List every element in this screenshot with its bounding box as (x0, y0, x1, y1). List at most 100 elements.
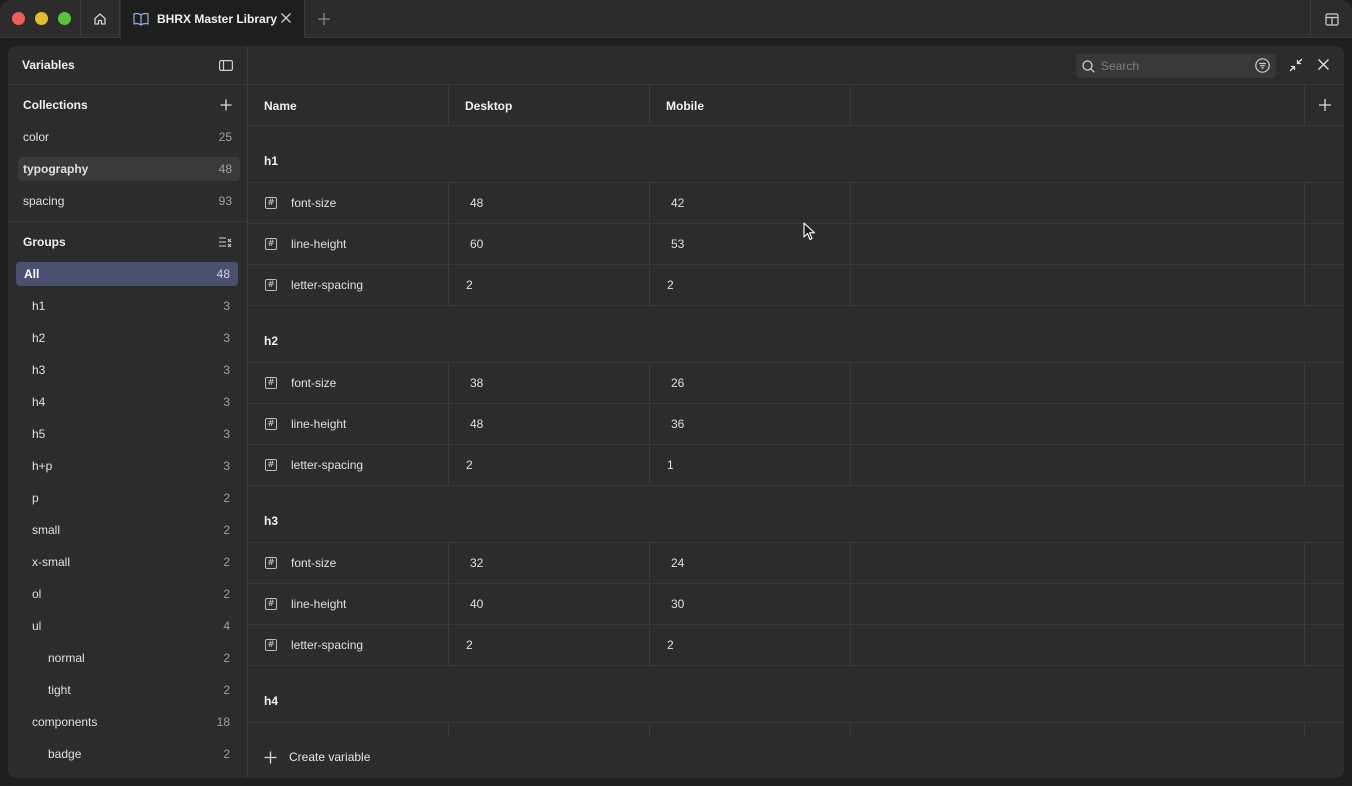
number-icon: # (265, 279, 277, 291)
desktop-value[interactable]: 60 (449, 224, 650, 264)
table-row[interactable]: # line-height 48 36 (248, 404, 1344, 445)
create-variable-button[interactable]: Create variable (248, 736, 1344, 778)
mobile-value[interactable]: 26 (650, 363, 851, 403)
mobile-value[interactable]: 2 (650, 625, 851, 665)
column-header-mobile[interactable]: Mobile (650, 85, 851, 126)
group-item-all[interactable]: All 48 (16, 262, 238, 286)
table-row[interactable]: # line-height 40 30 (248, 584, 1344, 625)
name-cell[interactable]: # line-height (248, 584, 449, 624)
name-cell[interactable]: # font-size (248, 543, 449, 583)
number-icon: # (265, 418, 277, 430)
group-label: h5 (32, 427, 46, 441)
group-item-h1[interactable]: h1 3 (16, 294, 238, 318)
collection-item-typography[interactable]: typography 48 (18, 157, 240, 181)
table-row[interactable]: # letter-spacing 2 2 (248, 625, 1344, 666)
add-column-icon[interactable] (1318, 98, 1332, 112)
desktop-value[interactable] (449, 723, 650, 736)
column-header-desktop[interactable]: Desktop (449, 85, 650, 126)
name-cell[interactable]: # line-height (248, 404, 449, 444)
mobile-value[interactable]: 24 (650, 543, 851, 583)
table-row[interactable]: # font-size 48 42 (248, 183, 1344, 224)
close-window-button[interactable] (12, 12, 25, 25)
group-item-x-small[interactable]: x-small 2 (16, 550, 238, 574)
empty-cell (851, 265, 1305, 305)
group-count: 2 (223, 523, 230, 537)
collection-count: 48 (218, 162, 232, 176)
desktop-value[interactable]: 48 (449, 404, 650, 444)
desktop-value[interactable]: 32 (449, 543, 650, 583)
desktop-value[interactable]: 38 (449, 363, 650, 403)
create-variable-label: Create variable (289, 750, 371, 764)
new-tab-icon[interactable] (316, 11, 332, 27)
collection-item-color[interactable]: color 25 (18, 125, 240, 149)
name-cell[interactable]: # letter-spacing (248, 265, 449, 305)
mobile-value[interactable]: 1 (650, 445, 851, 485)
name-cell[interactable] (248, 723, 449, 736)
group-item-h5[interactable]: h5 3 (16, 422, 238, 446)
desktop-value[interactable]: 48 (449, 183, 650, 223)
empty-cell (851, 543, 1305, 583)
name-cell[interactable]: # font-size (248, 363, 449, 403)
group-item-h2[interactable]: h2 3 (16, 326, 238, 350)
collapse-icon[interactable] (1289, 58, 1303, 72)
mobile-value[interactable]: 42 (650, 183, 851, 223)
sidebar-toggle-icon[interactable] (219, 59, 233, 71)
desktop-value[interactable]: 2 (449, 445, 650, 485)
name-cell[interactable]: # letter-spacing (248, 445, 449, 485)
search-box[interactable]: Search (1076, 54, 1276, 78)
mobile-value[interactable]: 2 (650, 265, 851, 305)
tab-close-icon[interactable] (280, 12, 292, 24)
group-count: 3 (223, 363, 230, 377)
group-count: 3 (223, 459, 230, 473)
zoom-window-button[interactable] (58, 12, 71, 25)
name-cell[interactable]: # line-height (248, 224, 449, 264)
panel-toggle-button[interactable] (1310, 0, 1352, 38)
groups-label: Groups (23, 235, 66, 249)
home-icon (94, 13, 106, 25)
mobile-value[interactable]: 30 (650, 584, 851, 624)
group-item-normal[interactable]: normal 2 (16, 646, 238, 670)
mobile-value[interactable]: 36 (650, 404, 851, 444)
group-item-badge[interactable]: badge 2 (16, 742, 238, 766)
mouse-cursor-icon (803, 222, 816, 241)
group-item-p[interactable]: p2 (16, 486, 238, 510)
panel-icon (1324, 12, 1339, 26)
variable-name: line-height (291, 417, 347, 431)
add-collection-icon[interactable] (220, 99, 232, 111)
group-item-tight[interactable]: tight 2 (16, 678, 238, 702)
table-header: Name Desktop Mobile (248, 85, 1344, 126)
table-row[interactable] (248, 723, 1344, 736)
mobile-value[interactable]: 53 (650, 224, 851, 264)
table-row[interactable]: # font-size 38 26 (248, 363, 1344, 404)
minimize-window-button[interactable] (35, 12, 48, 25)
group-item-small[interactable]: small 2 (16, 518, 238, 542)
group-item-ol[interactable]: ol 2 (16, 582, 238, 606)
table-row[interactable]: # letter-spacing 2 2 (248, 265, 1344, 306)
column-header-name[interactable]: Name (248, 85, 449, 126)
tab-library[interactable]: BHRX Master Library (121, 0, 305, 38)
group-item-h3[interactable]: h3 3 (16, 358, 238, 382)
desktop-value[interactable]: 2 (449, 265, 650, 305)
home-button[interactable] (80, 0, 120, 38)
filter-icon[interactable] (1255, 58, 1270, 73)
table-row[interactable]: # font-size 32 24 (248, 543, 1344, 584)
empty-cell (851, 183, 1305, 223)
group-item-ul[interactable]: ul 4 (16, 614, 238, 638)
name-cell[interactable]: # font-size (248, 183, 449, 223)
search-input[interactable]: Search (1101, 59, 1139, 73)
table-row[interactable]: # line-height 60 53 (248, 224, 1344, 265)
group-item-h-p[interactable]: h+p 3 (16, 454, 238, 478)
group-sort-icon[interactable] (218, 236, 232, 248)
table-row[interactable]: # letter-spacing 2 1 (248, 445, 1344, 486)
group-label: h4 (32, 395, 46, 409)
app-window: BHRX Master Library Variables Collection… (0, 0, 1352, 786)
desktop-value[interactable]: 2 (449, 625, 650, 665)
close-icon[interactable] (1317, 58, 1330, 71)
collection-item-spacing[interactable]: spacing 93 (18, 189, 240, 213)
group-item-h4[interactable]: h4 3 (16, 390, 238, 414)
desktop-value[interactable]: 40 (449, 584, 650, 624)
group-label: ol (32, 587, 42, 601)
group-item-components[interactable]: components 18 (16, 710, 238, 734)
mobile-value[interactable] (650, 723, 851, 736)
name-cell[interactable]: # letter-spacing (248, 625, 449, 665)
